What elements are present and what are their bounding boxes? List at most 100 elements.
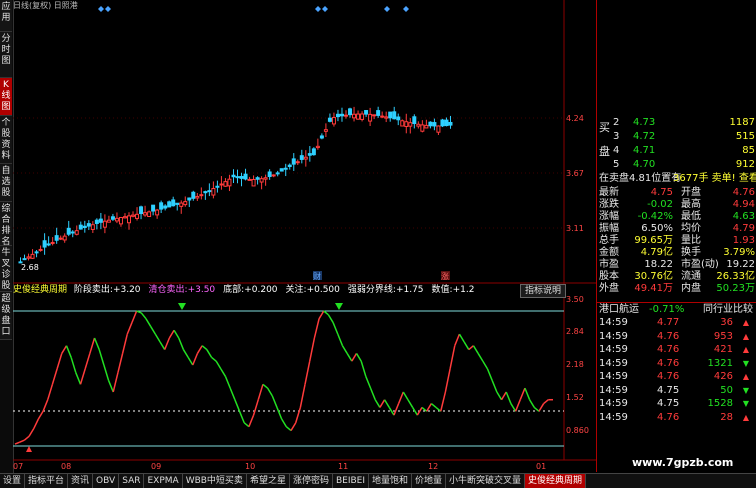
bottom-tab-3[interactable]: OBV — [93, 474, 120, 488]
tick-volume: 426 — [713, 371, 733, 382]
indicator-segment — [360, 360, 367, 377]
indicator-name[interactable]: 史俊经典周期 — [13, 285, 67, 295]
price-tick: 3.11 — [566, 224, 584, 233]
candle — [243, 173, 248, 180]
indicator-segment — [229, 387, 236, 400]
sector-row: 港口航运 -0.71% 同行业比较 — [597, 302, 756, 316]
indicator-segment — [500, 391, 507, 401]
bottom-tab-5[interactable]: EXPMA — [144, 474, 183, 488]
candle — [335, 113, 340, 118]
candle — [163, 205, 168, 209]
candle — [54, 235, 59, 241]
indicator-segment — [93, 337, 100, 350]
date-tick: 11 — [338, 462, 348, 471]
candle — [331, 116, 336, 125]
candle — [295, 161, 300, 164]
arrow-down-icon: ▼ — [742, 358, 749, 368]
indicator-segment — [514, 399, 521, 412]
indicator-segment — [337, 333, 344, 346]
bottom-tab-9[interactable]: BEIBEI — [333, 474, 369, 488]
bottom-tab-13[interactable]: 史俊经典周期 — [525, 474, 587, 488]
left-tab-1[interactable]: 分时图 — [0, 32, 12, 78]
bottom-tab-10[interactable]: 地量饱和 — [369, 474, 413, 488]
indicator-segment — [355, 353, 362, 362]
left-tab-4[interactable]: 自选股 — [0, 164, 12, 202]
indicator-segment — [187, 356, 194, 366]
bottom-tab-11[interactable]: 价地量 — [412, 474, 447, 488]
indicator-cycle-line — [14, 310, 553, 445]
candle — [259, 178, 264, 183]
date-tick: 10 — [245, 462, 255, 471]
bottom-tab-1[interactable]: 指标平台 — [25, 474, 69, 488]
candle — [279, 168, 284, 172]
buy-level: 3 — [613, 131, 620, 142]
candle — [319, 135, 324, 139]
indicator-segment — [159, 341, 166, 350]
bottom-tab-4[interactable]: SAR — [119, 474, 145, 488]
candle — [364, 110, 369, 115]
bottom-tab-12[interactable]: 小牛断突破交叉量 — [446, 474, 526, 488]
indicator-segment — [28, 428, 35, 437]
left-tab-6[interactable]: 牛叉诊股 — [0, 246, 12, 292]
bottom-tab-2[interactable]: 资讯 — [68, 474, 94, 488]
indicator-explain-button[interactable]: 指标说明 — [520, 284, 566, 298]
candle — [223, 181, 228, 187]
candle — [127, 215, 131, 224]
indicator-segment — [168, 329, 175, 339]
buy-price: 4.71 — [633, 145, 656, 156]
indicator-segment — [524, 387, 531, 400]
bottom-tab-0[interactable]: 设置 — [0, 474, 26, 488]
indicator-segment — [426, 403, 433, 412]
indicator-segment — [454, 333, 461, 346]
rise-marker[interactable]: 涨 — [441, 271, 449, 281]
sector-compare-link[interactable]: 同行业比较 — [703, 303, 753, 316]
indicator-item-label: 底部: — [223, 285, 245, 295]
price-tick: 3.67 — [566, 169, 584, 178]
indicator-segment — [510, 403, 517, 412]
indicator-tab-bar: 设置 指标平台 资讯 OBV SAR EXPMA WBB中短买卖 希望之星 涨停密码 BEIBEI… — [0, 473, 756, 488]
indicator-tick: 2.84 — [566, 327, 584, 336]
indicator-segment — [346, 353, 353, 362]
left-tab-3[interactable]: 个股资料 — [0, 116, 12, 164]
price-tick: 4.24 — [566, 114, 584, 123]
left-tab-7[interactable]: 超级盘口 — [0, 292, 12, 340]
candle — [50, 241, 55, 244]
buy-row: 2 4.73 1187 — [597, 116, 756, 129]
kline-chart[interactable]: 日线(复权) 日照港 4.24 3.67 3.11 2.68 财 涨 3.50 … — [13, 0, 596, 472]
indicator-segment — [505, 391, 512, 404]
sector-name[interactable]: 港口航运 — [599, 303, 639, 316]
sector-change: -0.71% — [649, 304, 685, 315]
finance-marker[interactable]: 财 — [313, 271, 321, 281]
candle — [38, 248, 43, 251]
candle — [400, 120, 405, 127]
candle — [58, 237, 63, 240]
indicator-segment — [112, 372, 119, 393]
indicator-segment — [211, 356, 217, 362]
left-tab-5[interactable]: 综合排名 — [0, 202, 12, 247]
kline-chart-area[interactable]: 日线(复权) 日照港 4.24 3.67 3.11 2.68 财 涨 3.50 … — [13, 0, 596, 472]
stat-label: 外盘 — [599, 283, 619, 294]
indicator-segment — [383, 399, 390, 408]
indicator-item-label: 强弱分界线: — [347, 285, 396, 295]
order-summary-link[interactable]: 3677手 卖单! 查看详细 — [673, 172, 756, 185]
indicator-segment — [234, 399, 241, 412]
date-tick: 08 — [61, 462, 71, 471]
bottom-tab-7[interactable]: 希望之星 — [247, 474, 290, 488]
buy-price: 4.73 — [633, 117, 656, 128]
indicator-segment — [369, 387, 376, 400]
left-tab-2[interactable]: K线图 — [0, 78, 12, 116]
candle — [231, 174, 236, 178]
candle — [151, 204, 156, 212]
tick-row: 14:59 4.76 28 ▲ — [597, 411, 756, 424]
candle — [114, 217, 119, 222]
candle — [215, 185, 220, 188]
candle — [143, 212, 148, 216]
candle — [30, 253, 35, 259]
candle — [98, 218, 103, 223]
indicator-segment — [463, 341, 470, 350]
tick-price: 4.76 — [657, 330, 680, 342]
bottom-tab-8[interactable]: 涨停密码 — [290, 474, 333, 488]
left-tab-0[interactable]: 应用 — [0, 0, 12, 32]
bottom-tab-6[interactable]: WBB中短买卖 — [183, 474, 247, 488]
candle — [86, 223, 91, 227]
